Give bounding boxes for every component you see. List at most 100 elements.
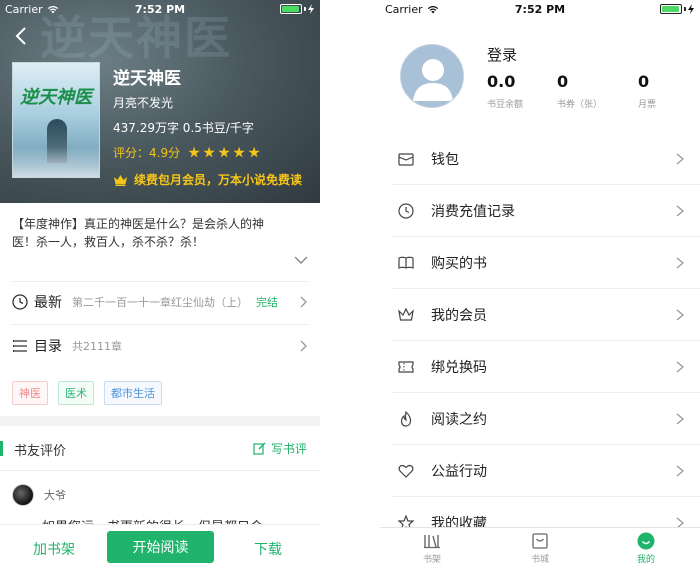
- stat-value: 0: [557, 72, 569, 91]
- download-button[interactable]: 下载: [254, 539, 282, 559]
- book-stats: 437.29万字 0.5书豆/千字: [113, 121, 254, 135]
- heart-icon: [398, 464, 414, 478]
- rating-label: 评分：4.9分: [113, 146, 181, 160]
- cover-title: 逆天神医: [20, 87, 92, 108]
- star-icon: [233, 146, 245, 158]
- book-author: 月亮不发光: [113, 96, 174, 110]
- start-reading-button[interactable]: 开始阅读: [107, 531, 214, 563]
- star-icon: [203, 146, 215, 158]
- book-icon: [398, 256, 414, 269]
- book-rating: 评分：4.9分: [113, 144, 260, 161]
- menu-label: 钱包: [431, 152, 459, 168]
- monthly-ticket-stat[interactable]: 0 月票: [638, 72, 656, 110]
- add-to-shelf-button[interactable]: 加书架: [33, 539, 75, 559]
- chevron-right-icon: [676, 205, 684, 217]
- clock-icon: [398, 203, 414, 219]
- menu-item-charity[interactable]: 公益行动: [392, 445, 700, 497]
- chevron-right-icon: [676, 153, 684, 165]
- stat-label: 书豆余额: [487, 100, 524, 110]
- back-arrow-icon[interactable]: [12, 26, 32, 46]
- profile-menu: 钱包 消费充值记录 购买的书 我的会员 绑兑换码 阅读之约 公益行动 我的收藏: [380, 133, 700, 549]
- tag-chip[interactable]: 都市生活: [104, 381, 162, 405]
- vip-promo-link[interactable]: 续费包月会员，万本小说免费读: [113, 171, 302, 188]
- tab-profile[interactable]: 我的: [626, 532, 666, 565]
- chapter-count: 共2111章: [72, 340, 122, 353]
- book-detail-screen: 逆天神医 Carrier 7:52 PM 逆天神医 逆天神医 月亮不发光 437…: [0, 0, 320, 569]
- menu-label: 我的会员: [431, 308, 487, 324]
- crown-icon: [114, 174, 127, 186]
- write-review-button[interactable]: 写书评: [253, 440, 307, 457]
- tab-label: 书城: [530, 555, 549, 565]
- tag-chip[interactable]: 医术: [58, 381, 94, 405]
- chevron-right-icon: [676, 309, 684, 321]
- status-time: 7:52 PM: [514, 3, 566, 16]
- menu-item-membership[interactable]: 我的会员: [392, 289, 700, 341]
- menu-label: 购买的书: [431, 256, 487, 272]
- crown-icon: [398, 307, 414, 321]
- status-bar: Carrier 7:52 PM: [380, 0, 700, 20]
- tab-bookshelf[interactable]: 书架: [412, 532, 452, 565]
- menu-item-redeem-code[interactable]: 绑兑换码: [392, 341, 700, 393]
- star-icon: [188, 146, 200, 158]
- latest-label: 最新: [34, 295, 62, 311]
- profile-screen: Carrier 7:52 PM 登录 0.0 书豆余额 0 书券（张） 0 月票…: [380, 0, 700, 569]
- book-hero-header: 逆天神医 Carrier 7:52 PM 逆天神医 逆天神医 月亮不发光 437…: [0, 0, 320, 203]
- coupon-stat[interactable]: 0 书券（张）: [557, 72, 602, 110]
- table-of-contents-row[interactable]: 目录 共2111章: [12, 330, 308, 362]
- reviewer-name: 大爷: [44, 489, 66, 502]
- charging-icon: [688, 4, 694, 14]
- edit-icon: [253, 442, 266, 455]
- section-accent-bar: [0, 441, 3, 456]
- chevron-right-icon: [676, 361, 684, 373]
- avatar[interactable]: [400, 44, 464, 108]
- menu-item-purchased-books[interactable]: 购买的书: [392, 237, 700, 289]
- latest-chapter-title: 第二千一百一十一章红尘仙劫（上）: [72, 296, 248, 309]
- promo-text: 续费包月会员，万本小说免费读: [134, 173, 303, 187]
- wallet-icon: [398, 153, 414, 166]
- avatar: [12, 484, 34, 506]
- tab-label: 我的: [636, 555, 655, 565]
- menu-item-reading-pact[interactable]: 阅读之约: [392, 393, 700, 445]
- write-review-label: 写书评: [270, 442, 307, 456]
- bottom-tab-bar: 书架 书城 我的: [380, 527, 700, 569]
- flame-icon: [400, 411, 412, 427]
- chevron-right-icon: [300, 340, 307, 352]
- chevron-right-icon: [300, 296, 307, 308]
- user-placeholder-icon: [401, 45, 463, 107]
- menu-item-billing-history[interactable]: 消费充值记录: [392, 185, 700, 237]
- toc-label: 目录: [34, 339, 62, 355]
- expand-chevron-icon[interactable]: [293, 253, 309, 267]
- latest-chapter-row[interactable]: 最新 第二千一百一十一章红尘仙劫（上） 完结: [12, 286, 308, 318]
- tab-label: 书架: [422, 555, 441, 565]
- stat-label: 书券（张）: [557, 100, 603, 110]
- book-cover[interactable]: 逆天神医: [12, 62, 100, 178]
- menu-item-wallet[interactable]: 钱包: [392, 133, 700, 185]
- stat-label: 月票: [638, 100, 657, 110]
- login-link[interactable]: 登录: [487, 44, 517, 65]
- divider: [12, 324, 308, 325]
- star-icon: [218, 146, 230, 158]
- bookshelf-icon: [424, 535, 440, 549]
- charging-icon: [308, 4, 314, 14]
- ticket-icon: [398, 361, 414, 373]
- profile-icon: [637, 532, 655, 550]
- chevron-right-icon: [676, 257, 684, 269]
- menu-label: 公益行动: [431, 464, 487, 480]
- bean-balance-stat[interactable]: 0.0 书豆余额: [487, 72, 523, 110]
- status-bar: Carrier 7:52 PM: [0, 0, 320, 20]
- menu-label: 消费充值记录: [431, 204, 515, 220]
- completion-status: 完结: [256, 296, 278, 309]
- stat-value: 0: [638, 72, 650, 91]
- menu-label: 阅读之约: [431, 412, 487, 428]
- list-icon: [13, 340, 27, 352]
- tab-bookstore[interactable]: 书城: [520, 532, 560, 565]
- book-tags: 神医 医术 都市生活: [12, 381, 162, 405]
- divider: [12, 281, 308, 282]
- tag-chip[interactable]: 神医: [12, 381, 48, 405]
- bookstore-icon: [532, 533, 548, 549]
- bottom-action-bar: 加书架 开始阅读 下载: [0, 524, 320, 569]
- clock-icon: [12, 294, 28, 310]
- book-intro: 【年度神作】真正的神医是什么？是会杀人的神医！杀一人，救百人，杀不杀？杀！: [12, 217, 265, 249]
- chevron-right-icon: [676, 465, 684, 477]
- review-author[interactable]: 大爷: [12, 484, 66, 506]
